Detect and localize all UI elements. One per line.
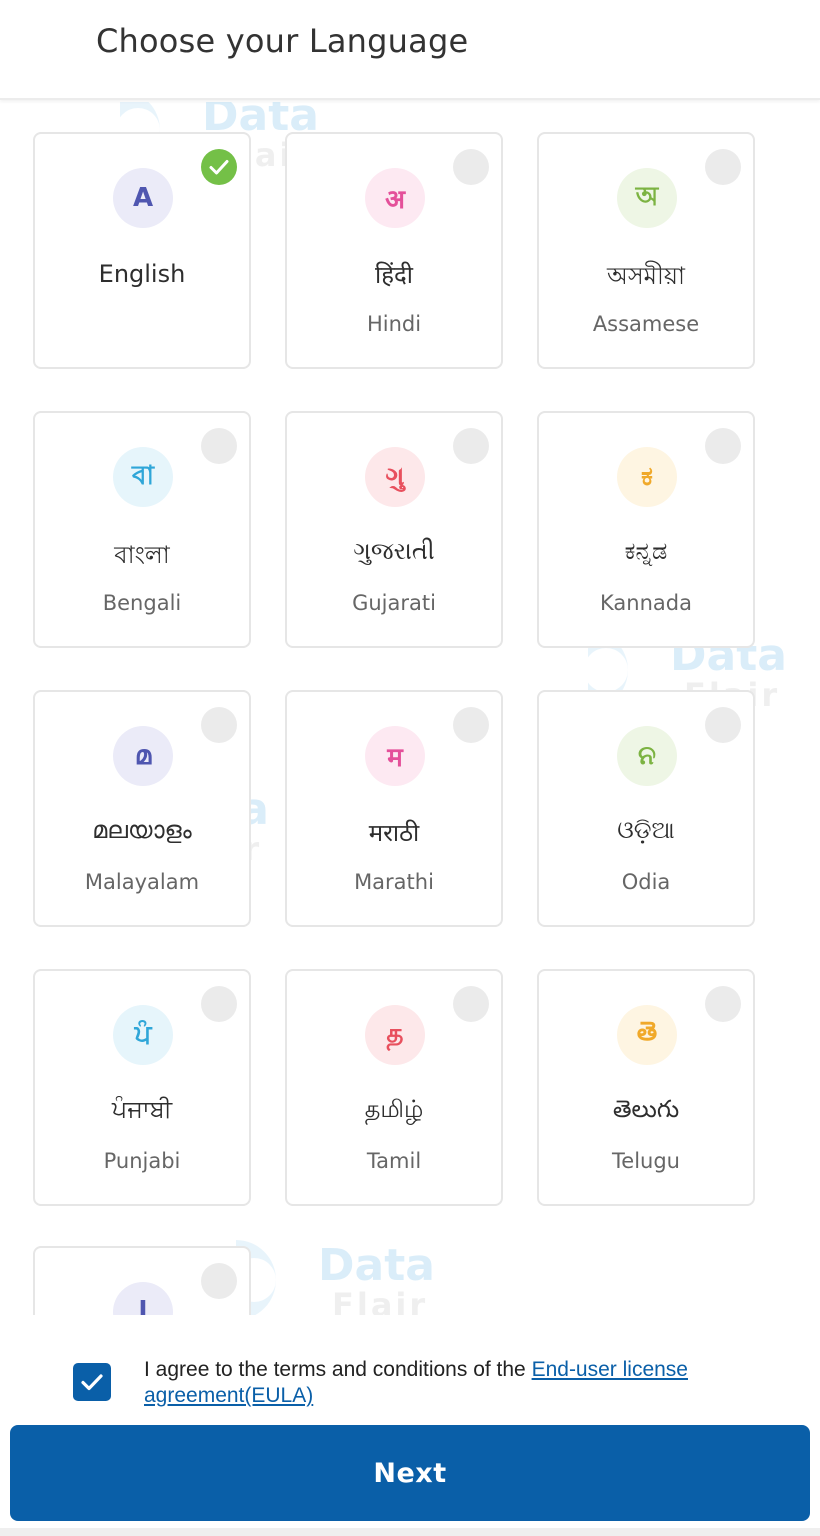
language-grid[interactable]: Data Flair Data Flair Data Flair Data Fl…: [0, 102, 820, 1315]
language-card-bengali[interactable]: বা বাংলা Bengali: [33, 411, 251, 648]
unselected-radio-icon: [201, 986, 237, 1022]
language-english-name: Telugu: [612, 1149, 680, 1173]
next-button[interactable]: Next: [10, 1425, 810, 1521]
language-native-name: ಕನ್ನಡ: [624, 537, 668, 565]
unselected-radio-icon: [453, 707, 489, 743]
language-card-gujarati[interactable]: ગુ ગુજરાતી Gujarati: [285, 411, 503, 648]
language-card-kannada[interactable]: ಕ ಕನ್ನಡ Kannada: [537, 411, 755, 648]
unselected-radio-icon: [705, 149, 741, 185]
language-glyph-icon: മ: [113, 726, 173, 786]
language-glyph-icon: ಕ: [617, 447, 677, 507]
language-native-name: हिंदी: [375, 261, 413, 289]
unselected-radio-icon: [705, 707, 741, 743]
unselected-radio-icon: [201, 428, 237, 464]
language-card-telugu[interactable]: తె తెలుగు Telugu: [537, 969, 755, 1206]
footer: I agree to the terms and conditions of t…: [0, 1315, 820, 1536]
language-glyph-icon: ਪੰ: [113, 1005, 173, 1065]
language-english-name: Hindi: [366, 312, 422, 336]
language-english-name: Bengali: [102, 591, 182, 615]
language-native-name: ଓଡ଼ିଆ: [617, 816, 675, 844]
unselected-radio-icon: [453, 428, 489, 464]
language-native-name: ગુજરાતી: [353, 537, 435, 565]
language-native-name: ਪੰਜਾਬੀ: [111, 1095, 173, 1123]
language-card-malayalam[interactable]: മ മലയാളം Malayalam: [33, 690, 251, 927]
language-english-name: Gujarati: [352, 591, 436, 615]
language-card-marathi[interactable]: म मराठी Marathi: [285, 690, 503, 927]
language-glyph-icon: ନ: [617, 726, 677, 786]
language-card-hindi[interactable]: अ हिंदी Hindi: [285, 132, 503, 369]
language-glyph-icon: অ: [617, 168, 677, 228]
language-glyph-icon: ગુ: [365, 447, 425, 507]
selected-check-icon: [201, 149, 237, 185]
language-card-punjabi[interactable]: ਪੰ ਪੰਜਾਬੀ Punjabi: [33, 969, 251, 1206]
unselected-radio-icon: [453, 986, 489, 1022]
language-english-name: Assamese: [592, 312, 700, 336]
language-english-name: Tamil: [366, 1149, 422, 1173]
unselected-radio-icon: [201, 1263, 237, 1299]
language-glyph-icon: த: [365, 1005, 425, 1065]
language-native-name: తెలుగు: [612, 1095, 680, 1123]
language-glyph-icon: తె: [617, 1005, 677, 1065]
language-card-english[interactable]: A English: [33, 132, 251, 369]
language-glyph-icon: अ: [365, 168, 425, 228]
language-native-name: മലയാളം: [92, 816, 192, 844]
language-glyph-icon: বা: [113, 447, 173, 507]
unselected-radio-icon: [705, 428, 741, 464]
language-card-odia[interactable]: ନ ଓଡ଼ିଆ Odia: [537, 690, 755, 927]
language-card-tamil[interactable]: த தமிழ் Tamil: [285, 969, 503, 1206]
language-native-name: தமிழ்: [364, 1095, 424, 1123]
watermark-data-text: Data: [318, 1240, 435, 1291]
language-english-name: Kannada: [600, 591, 692, 615]
language-glyph-icon: ا: [113, 1282, 173, 1315]
page-title: Choose your Language: [96, 22, 469, 60]
bottom-bar: [0, 1528, 820, 1536]
watermark-flair-text: Flair: [332, 1286, 429, 1315]
page-header: Choose your Language: [0, 0, 820, 100]
language-glyph-icon: म: [365, 726, 425, 786]
language-english-name: Punjabi: [103, 1149, 181, 1173]
unselected-radio-icon: [705, 986, 741, 1022]
language-english-name: Marathi: [354, 870, 434, 894]
unselected-radio-icon: [453, 149, 489, 185]
agreement-text: I agree to the terms and conditions of t…: [144, 1357, 744, 1409]
language-native-name: English: [98, 260, 186, 288]
agreement-label: I agree to the terms and conditions of t…: [144, 1358, 532, 1381]
language-native-name: বাংলা: [114, 541, 170, 569]
language-card-partial[interactable]: ا: [33, 1246, 251, 1315]
language-native-name: मराठी: [368, 819, 420, 847]
eula-checkbox[interactable]: [73, 1363, 111, 1401]
unselected-radio-icon: [201, 707, 237, 743]
language-glyph-icon: A: [113, 168, 173, 228]
checkmark-icon: [81, 1374, 103, 1391]
language-native-name: অসমীয়া: [607, 262, 685, 290]
language-english-name: Malayalam: [84, 870, 200, 894]
language-card-assamese[interactable]: অ অসমীয়া Assamese: [537, 132, 755, 369]
language-english-name: Odia: [621, 870, 671, 894]
